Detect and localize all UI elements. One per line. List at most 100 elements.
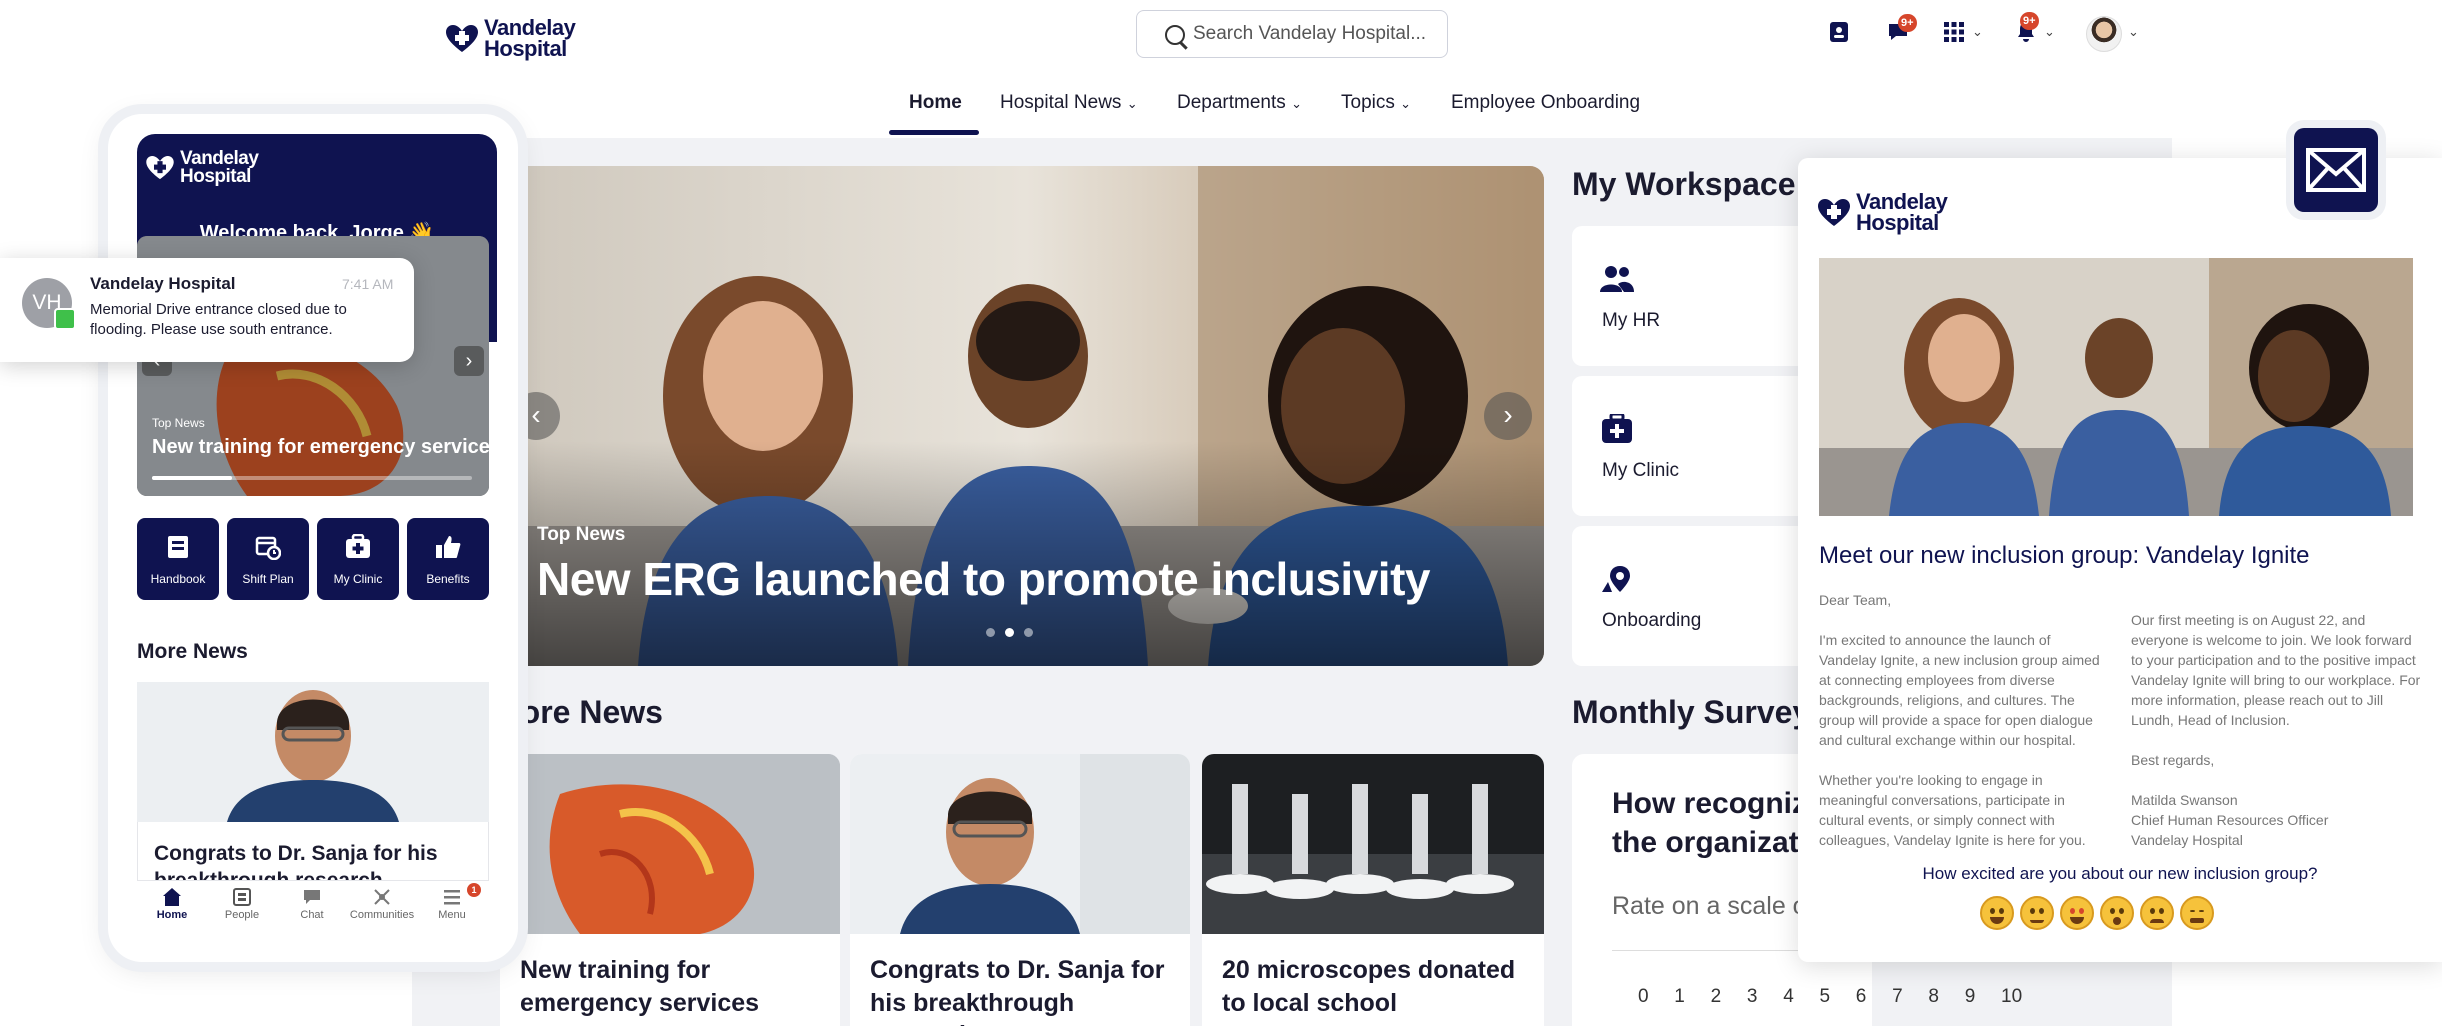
mobile-carousel-title[interactable]: New training for emergency services xyxy=(152,436,501,459)
mobile-news-title: Congrats to Dr. Sanja for his breakthrou… xyxy=(154,842,438,882)
mobile-tab-bar: Home People Chat Communities Menu 1 xyxy=(137,880,489,930)
tab-communities[interactable]: Communities xyxy=(347,887,417,921)
slide-dot[interactable] xyxy=(1005,628,1014,637)
quick-link-handbook[interactable]: Handbook xyxy=(137,518,219,600)
tab-label: Chat xyxy=(300,909,324,921)
chat-badge: 9+ xyxy=(1898,14,1917,32)
survey-scale-option[interactable]: 9 xyxy=(1965,986,1976,1008)
mail-button[interactable] xyxy=(2294,128,2378,212)
nav-label: Departments xyxy=(1177,92,1286,113)
workspace-onboarding[interactable]: Onboarding xyxy=(1572,526,1812,666)
mobile-carousel-progress xyxy=(152,476,472,480)
nav-topics[interactable]: Topics ⌄ xyxy=(1341,92,1411,138)
survey-scale-option[interactable]: 1 xyxy=(1674,986,1685,1008)
mobile-news-image[interactable] xyxy=(137,682,489,822)
survey-scale-option[interactable]: 4 xyxy=(1783,986,1794,1008)
grinning-emoji[interactable] xyxy=(1980,896,2014,930)
nav-active-indicator xyxy=(889,130,979,135)
logo-wordmark: Vandelay Hospital xyxy=(1856,189,1948,235)
news-card[interactable]: 20 microscopes donated to local school xyxy=(1202,754,1544,1026)
envelope-icon xyxy=(2306,148,2366,192)
frowning-emoji[interactable] xyxy=(2140,896,2174,930)
workspace-label: Onboarding xyxy=(1602,610,1702,631)
mobile-carousel-kicker: Top News xyxy=(152,416,205,430)
survey-scale-option[interactable]: 8 xyxy=(1928,986,1939,1008)
nav-hospital-news[interactable]: Hospital News ⌄ xyxy=(1000,92,1138,138)
vandelay-logo[interactable]: Vandelay Hospital xyxy=(446,15,576,61)
mobile-carousel-next-button[interactable]: › xyxy=(454,346,484,376)
tab-chat[interactable]: Chat xyxy=(277,887,347,921)
survey-scale-option[interactable]: 5 xyxy=(1820,986,1831,1008)
heart-cross-logo-icon xyxy=(1818,198,1850,226)
more-news-title: More News xyxy=(508,694,663,730)
menu-icon xyxy=(444,890,460,905)
search-placeholder: Search Vandelay Hospital... xyxy=(1193,23,1427,44)
quick-link-shift-plan[interactable]: Shift Plan xyxy=(227,518,309,600)
news-card[interactable]: Congrats to Dr. Sanja for his breakthrou… xyxy=(850,754,1190,1026)
doctor-portrait-photo xyxy=(850,754,1190,934)
tab-home[interactable]: Home xyxy=(137,887,207,921)
star-struck-emoji[interactable] xyxy=(2060,896,2094,930)
slide-dot[interactable] xyxy=(986,628,995,637)
hero-kicker: Top News xyxy=(537,524,626,545)
thumbs-up-icon xyxy=(436,536,461,558)
email-signature-name: Matilda Swanson xyxy=(2131,792,2238,808)
chevron-down-icon: ⌄ xyxy=(1126,96,1138,111)
email-paragraph: I'm excited to announce the launch of Va… xyxy=(1819,632,2100,748)
thinking-emoji[interactable] xyxy=(2020,896,2054,930)
hero-prev-button[interactable]: ‹ xyxy=(512,392,560,440)
survey-scale-option[interactable]: 2 xyxy=(1711,986,1722,1008)
chevron-down-icon: ⌄ xyxy=(1291,96,1302,111)
progress-fill xyxy=(152,476,232,480)
slide-dot[interactable] xyxy=(1024,628,1033,637)
heart-cross-logo-icon xyxy=(146,156,174,180)
hero-title[interactable]: New ERG launched to promote inclusivity xyxy=(537,552,1430,606)
handbook-icon xyxy=(168,536,188,558)
menu-badge: 1 xyxy=(467,883,481,897)
user-avatar[interactable] xyxy=(2086,16,2122,52)
search-input[interactable]: Search Vandelay Hospital... xyxy=(1136,10,1448,58)
nav-employee-onboarding[interactable]: Employee Onboarding xyxy=(1451,92,1640,138)
quick-link-my-clinic[interactable]: My Clinic xyxy=(317,518,399,600)
chevron-down-icon[interactable]: ⌄ xyxy=(1972,24,1983,40)
email-paragraph: Whether you're looking to engage in mean… xyxy=(1819,772,2086,848)
mobile-news-card[interactable]: Congrats to Dr. Sanja for his breakthrou… xyxy=(137,822,489,882)
bell-badge: 9+ xyxy=(2020,12,2039,30)
email-signature-title: Chief Human Resources Officer xyxy=(2131,812,2329,828)
notification-sender: Vandelay Hospital xyxy=(90,274,236,293)
survey-scale-option[interactable]: 0 xyxy=(1638,986,1649,1008)
tab-people[interactable]: People xyxy=(207,887,277,921)
survey-scale-option[interactable]: 7 xyxy=(1892,986,1903,1008)
chevron-down-icon[interactable]: ⌄ xyxy=(2128,24,2139,40)
surprised-emoji[interactable] xyxy=(2100,896,2134,930)
workspace-my-clinic[interactable]: My Clinic xyxy=(1572,376,1812,516)
email-closing: Best regards, xyxy=(2131,752,2215,768)
survey-scale-option[interactable]: 6 xyxy=(1856,986,1867,1008)
nav-label: Topics xyxy=(1341,92,1395,113)
email-body-left: Dear Team, I'm excited to announce the l… xyxy=(1819,590,2109,850)
hero-next-button[interactable]: › xyxy=(1484,392,1532,440)
tab-label: People xyxy=(224,909,260,921)
quick-link-label: Shift Plan xyxy=(242,572,294,586)
survey-title: Monthly Survey xyxy=(1572,694,1811,730)
email-title: Meet our new inclusion group: Vandelay I… xyxy=(1819,542,2310,569)
tab-label: Communities xyxy=(349,909,415,921)
push-notification[interactable]: VH Vandelay Hospital 7:41 AM Memorial Dr… xyxy=(0,258,414,362)
chevron-down-icon[interactable]: ⌄ xyxy=(2044,24,2055,40)
workspace-title: My Workspace xyxy=(1572,166,1796,202)
medical-bag-icon xyxy=(1602,414,1632,443)
survey-scale-option[interactable]: 10 xyxy=(2001,986,2022,1008)
news-card[interactable]: New training for emergency services xyxy=(500,754,840,1026)
contact-card-icon[interactable] xyxy=(1827,20,1851,44)
tired-emoji[interactable] xyxy=(2180,896,2214,930)
logo-wordmark: Vandelay Hospital xyxy=(484,15,576,61)
apps-grid-icon[interactable] xyxy=(1942,20,1966,44)
survey-scale-option[interactable]: 3 xyxy=(1747,986,1758,1008)
quick-link-label: My Clinic xyxy=(333,572,383,586)
mobile-logo: Vandelay Hospital xyxy=(146,149,259,186)
workspace-label: My HR xyxy=(1602,310,1661,331)
nav-departments[interactable]: Departments ⌄ xyxy=(1177,92,1302,138)
hero-slide-dots xyxy=(986,628,1033,637)
workspace-my-hr[interactable]: My HR xyxy=(1572,226,1812,366)
quick-link-benefits[interactable]: Benefits xyxy=(407,518,489,600)
